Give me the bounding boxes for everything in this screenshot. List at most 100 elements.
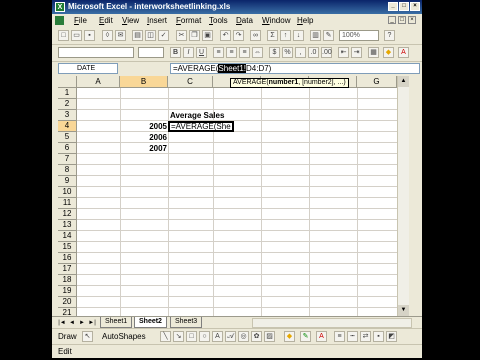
font-size-select[interactable] <box>138 47 164 58</box>
help-icon[interactable]: ? <box>384 30 395 41</box>
underline-icon[interactable]: U <box>196 47 207 58</box>
spelling-icon[interactable]: ✓ <box>158 30 169 41</box>
email-icon[interactable]: ✉ <box>115 30 126 41</box>
zoom-select[interactable]: 100% <box>339 30 379 41</box>
sort-descending-icon[interactable]: ↓ <box>293 30 304 41</box>
menu-edit[interactable]: Edit <box>99 16 113 25</box>
increase-indent-icon[interactable]: ⇥ <box>351 47 362 58</box>
permission-icon[interactable]: ◊ <box>102 30 113 41</box>
row-header-5[interactable]: 5 <box>58 132 77 143</box>
row-header-8[interactable]: 8 <box>58 165 77 176</box>
currency-icon[interactable]: $ <box>269 47 280 58</box>
row-header-2[interactable]: 2 <box>58 99 77 110</box>
next-sheet-icon[interactable]: ► <box>78 319 86 327</box>
doc-close-icon[interactable]: × <box>408 16 416 24</box>
arrow-style-icon[interactable]: ⇄ <box>360 331 371 342</box>
cell-c3[interactable]: Average Sales <box>170 110 224 121</box>
name-box[interactable]: DATE <box>58 63 118 74</box>
sort-ascending-icon[interactable]: ↑ <box>280 30 291 41</box>
draw-font-color-icon[interactable]: A <box>316 331 327 342</box>
arrow-icon[interactable]: ↘ <box>173 331 184 342</box>
row-header-20[interactable]: 20 <box>58 297 77 308</box>
horizontal-scrollbar[interactable] <box>252 318 412 328</box>
decrease-indent-icon[interactable]: ⇤ <box>338 47 349 58</box>
font-color-icon[interactable]: A <box>398 47 409 58</box>
rectangle-icon[interactable]: □ <box>186 331 197 342</box>
sheet-tab-1[interactable]: Sheet1 <box>100 317 133 328</box>
doc-restore-icon[interactable]: □ <box>398 16 406 24</box>
cell-b6[interactable]: 2007 <box>120 143 167 154</box>
row-header-7[interactable]: 7 <box>58 154 77 165</box>
row-header-16[interactable]: 16 <box>58 253 77 264</box>
font-select[interactable] <box>58 47 134 58</box>
fill-color-icon[interactable]: ◆ <box>383 47 394 58</box>
italic-icon[interactable]: I <box>183 47 194 58</box>
print-icon[interactable]: ▤ <box>132 30 143 41</box>
cut-icon[interactable]: ✂ <box>176 30 187 41</box>
row-header-17[interactable]: 17 <box>58 264 77 275</box>
select-all-corner[interactable] <box>58 76 77 88</box>
row-header-19[interactable]: 19 <box>58 286 77 297</box>
column-header-b[interactable]: B <box>120 76 168 88</box>
menu-tools[interactable]: Tools <box>209 16 228 25</box>
new-icon[interactable]: □ <box>58 30 69 41</box>
align-center-icon[interactable]: ≡ <box>226 47 237 58</box>
open-icon[interactable]: ▭ <box>71 30 82 41</box>
vertical-scrollbar[interactable]: ▲ ▼ <box>397 76 409 316</box>
menu-file[interactable]: File <box>74 16 87 25</box>
row-header-4[interactable]: 4 <box>58 121 77 132</box>
worksheet-grid[interactable]: A B C D E F G 12345678910111213141516171… <box>52 76 422 316</box>
row-header-3[interactable]: 3 <box>58 110 77 121</box>
row-header-11[interactable]: 11 <box>58 198 77 209</box>
minimize-button[interactable]: _ <box>388 2 398 11</box>
increase-decimal-icon[interactable]: .0 <box>308 47 319 58</box>
row-header-18[interactable]: 18 <box>58 275 77 286</box>
menu-window[interactable]: Window <box>262 16 290 25</box>
row-header-13[interactable]: 13 <box>58 220 77 231</box>
column-header-a[interactable]: A <box>77 76 120 88</box>
row-header-14[interactable]: 14 <box>58 231 77 242</box>
menu-insert[interactable]: Insert <box>147 16 167 25</box>
sheet-tab-3[interactable]: Sheet3 <box>170 317 203 328</box>
column-header-c[interactable]: C <box>168 76 213 88</box>
row-header-6[interactable]: 6 <box>58 143 77 154</box>
autosum-icon[interactable]: Σ <box>267 30 278 41</box>
align-left-icon[interactable]: ≡ <box>213 47 224 58</box>
maximize-button[interactable]: □ <box>399 2 409 11</box>
align-right-icon[interactable]: ≡ <box>239 47 250 58</box>
menu-data[interactable]: Data <box>236 16 253 25</box>
menu-help[interactable]: Help <box>297 16 313 25</box>
oval-icon[interactable]: ○ <box>199 331 210 342</box>
last-sheet-icon[interactable]: ►| <box>88 319 96 327</box>
formula-input[interactable]: =AVERAGE(Sheet1!D4:D7) <box>170 63 420 74</box>
merge-center-icon[interactable]: ⇔ <box>252 47 263 58</box>
menu-format[interactable]: Format <box>176 16 201 25</box>
row-header-21[interactable]: 21 <box>58 308 77 316</box>
textbox-icon[interactable]: A <box>212 331 223 342</box>
scroll-up-icon[interactable]: ▲ <box>398 76 409 87</box>
row-header-9[interactable]: 9 <box>58 176 77 187</box>
first-sheet-icon[interactable]: |◄ <box>58 319 66 327</box>
column-header-g[interactable]: G <box>357 76 397 88</box>
percent-icon[interactable]: % <box>282 47 293 58</box>
chart-wizard-icon[interactable]: ▥ <box>310 30 321 41</box>
bold-icon[interactable]: B <box>170 47 181 58</box>
sheet-tab-2[interactable]: Sheet2 <box>134 317 167 328</box>
active-cell-c4[interactable]: =AVERAGE(She <box>168 121 234 132</box>
picture-icon[interactable]: ▨ <box>264 331 275 342</box>
doc-minimize-icon[interactable]: _ <box>388 16 396 24</box>
row-header-15[interactable]: 15 <box>58 242 77 253</box>
prev-sheet-icon[interactable]: ◄ <box>68 319 76 327</box>
line-style-icon[interactable]: ≡ <box>334 331 345 342</box>
hyperlink-icon[interactable]: ∞ <box>250 30 261 41</box>
menu-view[interactable]: View <box>122 16 139 25</box>
redo-icon[interactable]: ↷ <box>233 30 244 41</box>
row-header-1[interactable]: 1 <box>58 88 77 99</box>
scroll-down-icon[interactable]: ▼ <box>398 305 409 316</box>
diagram-icon[interactable]: ◎ <box>238 331 249 342</box>
drawing-icon[interactable]: ✎ <box>323 30 334 41</box>
cell-b4[interactable]: 2005 <box>120 121 167 132</box>
row-header-12[interactable]: 12 <box>58 209 77 220</box>
row-header-10[interactable]: 10 <box>58 187 77 198</box>
shadow-icon[interactable]: ▪ <box>373 331 384 342</box>
